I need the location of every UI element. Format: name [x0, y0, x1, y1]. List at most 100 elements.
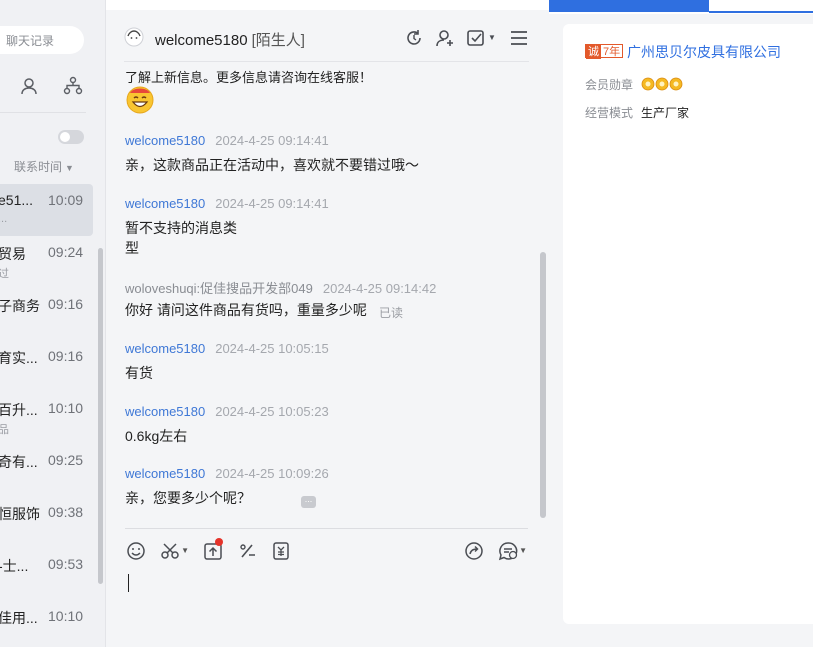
message-text: 0.6kg左右 [125, 428, 188, 444]
message-text: 型 [125, 240, 139, 256]
org-icon[interactable] [63, 76, 83, 96]
emoji-icon[interactable] [126, 541, 146, 561]
message-time: 2024-4-25 09:14:42 [322, 281, 437, 296]
business-mode-label: 经营模式 [585, 106, 634, 120]
contact-time: 10:10 [48, 608, 84, 624]
avatar[interactable] [124, 27, 144, 47]
chat-contact-name: welcome5180 [155, 32, 248, 49]
contact-item[interactable]: 百升... 10:10 品 [0, 392, 93, 444]
contact-time: 09:38 [48, 504, 84, 520]
contact-item[interactable]: 佳用... 10:10 [0, 600, 93, 647]
composer: ▼ ▼ [106, 528, 549, 647]
contact-name: 子商务 [0, 298, 40, 314]
caret-down-icon: ▼ [181, 546, 189, 555]
contact-item[interactable]: 奇有... 09:25 [0, 444, 93, 496]
chat-title: welcome5180 [陌生人] [155, 29, 305, 50]
message-meta: welcome5180 2024-4-25 10:05:23 [125, 404, 329, 419]
years-text: 7年 [603, 46, 621, 58]
contact-item[interactable]: e51... 10:09 ... [0, 184, 93, 236]
contact-time: 09:25 [48, 452, 84, 468]
screenshot-button[interactable]: ▼ [160, 541, 189, 561]
quick-reply-button[interactable]: ▼ [498, 541, 527, 561]
more-options-icon[interactable]: ... [301, 495, 316, 508]
medal-label: 会员勋章 [585, 78, 634, 92]
contact-list-scrollbar[interactable] [98, 248, 103, 584]
message-meta: welcome5180 2024-4-25 09:14:41 [125, 196, 329, 211]
filter-toggle[interactable] [58, 130, 84, 144]
message-sender[interactable]: welcome5180 [125, 341, 205, 356]
message-text: 亲，您要多少个呢？ [125, 490, 251, 506]
top-tab-strip [106, 0, 549, 10]
contact-time: 10:10 [48, 400, 84, 416]
sort-label: 联系时间 [14, 160, 63, 174]
contact-name: e51... [0, 192, 34, 208]
search-input[interactable]: 聊天记录 [0, 26, 84, 54]
message-time: 2024-4-25 10:05:15 [215, 341, 329, 356]
shop-card: 诚 7年 广州思贝尔皮具有限公司 会员勋章 经营模式 生产厂家 [563, 24, 813, 624]
contact-preview: ... [0, 213, 8, 225]
message-time: 2024-4-25 10:09:26 [215, 466, 329, 481]
share-icon[interactable] [464, 541, 484, 561]
years-badge: 诚 7年 [585, 44, 624, 59]
contact-name: 贸易 [0, 246, 26, 262]
message-sender[interactable]: welcome5180 [125, 133, 205, 148]
message-time: 2024-4-25 09:14:41 [215, 196, 329, 211]
contact-item[interactable]: 子商务 09:16 [0, 288, 93, 340]
message-list: 了解上新信息。更多信息请咨询在线客服！ welcome5180 2024-4-25… [106, 62, 549, 520]
contacts-icon[interactable] [20, 76, 40, 96]
message-sender[interactable]: woloveshuqi:促佳搜品开发部049 [125, 281, 313, 296]
menu-icon[interactable] [509, 28, 529, 48]
text-cursor[interactable] [128, 574, 129, 592]
quick-reply-icon [498, 542, 518, 561]
message-meta: welcome5180 2024-4-25 10:09:26 [125, 466, 329, 481]
message-scrollbar[interactable] [540, 252, 546, 518]
smile-emoji-icon [126, 86, 154, 114]
divider [0, 112, 86, 113]
scissors-icon [161, 543, 179, 559]
contact-name: 育实... [0, 350, 38, 366]
badge-icon: 诚 [586, 45, 601, 59]
contact-time: 09:24 [48, 244, 84, 260]
contact-item[interactable]: 贸易 09:24 过 [0, 236, 93, 288]
coupon-icon[interactable] [271, 541, 291, 561]
contact-time: 10:09 [48, 192, 84, 208]
message-sender[interactable]: welcome5180 [125, 466, 205, 481]
add-friend-icon[interactable] [435, 28, 455, 48]
message-text: 你好 请问这件商品有货吗，重量多少呢 [125, 302, 367, 318]
message-sender[interactable]: welcome5180 [125, 196, 205, 211]
message-meta: woloveshuqi:促佳搜品开发部049 2024-4-25 09:14:42 [125, 278, 436, 297]
company-name-link[interactable]: 广州思贝尔皮具有限公司 [627, 42, 781, 62]
contact-name: 百升... [0, 402, 38, 418]
contact-name: 佳用... [0, 610, 38, 626]
contact-item[interactable]: 恒服饰 09:38 [0, 496, 93, 548]
contact-sidebar: 聊天记录 联系时间▼ e51... 10:09 ... 贸易 09:24 过 子… [0, 0, 106, 647]
message-meta: welcome5180 2024-4-25 09:14:41 [125, 133, 329, 148]
message-text: 暂不支持的消息类 [125, 220, 237, 236]
tab-active[interactable] [549, 0, 709, 12]
system-message: 了解上新信息。更多信息请咨询在线客服！ [125, 70, 373, 85]
shop-info-panel: 诚 7年 广州思贝尔皮具有限公司 会员勋章 经营模式 生产厂家 [549, 0, 813, 647]
contact-time: 09:16 [48, 296, 84, 312]
refresh-icon[interactable] [404, 28, 424, 48]
read-status: 已读 [379, 306, 404, 320]
sort-dropdown[interactable]: 联系时间 ▼ [14, 158, 74, 175]
message-text: 有货 [125, 365, 153, 381]
crown-medal-icons [641, 77, 683, 91]
contact-item[interactable]: -士... 09:53 [0, 548, 93, 600]
contact-name: 奇有... [0, 454, 38, 470]
notification-dot [215, 538, 223, 546]
message-text: 亲，这款商品正在活动中，喜欢就不要错过哦～ [125, 157, 419, 173]
task-icon[interactable] [466, 28, 486, 48]
caret-down-icon[interactable]: ▼ [488, 33, 496, 42]
discount-icon[interactable] [237, 541, 257, 561]
composer-divider [125, 528, 528, 529]
message-sender[interactable]: welcome5180 [125, 404, 205, 419]
contact-time: 09:16 [48, 348, 84, 364]
caret-down-icon: ▼ [65, 163, 74, 173]
contact-preview: 品 [0, 421, 38, 437]
tab-indicator [709, 11, 813, 13]
contact-time: 09:53 [48, 556, 84, 572]
contact-item[interactable]: 育实... 09:16 [0, 340, 93, 392]
contact-preview: 过 [0, 265, 38, 281]
message-time: 2024-4-25 09:14:41 [215, 133, 329, 148]
